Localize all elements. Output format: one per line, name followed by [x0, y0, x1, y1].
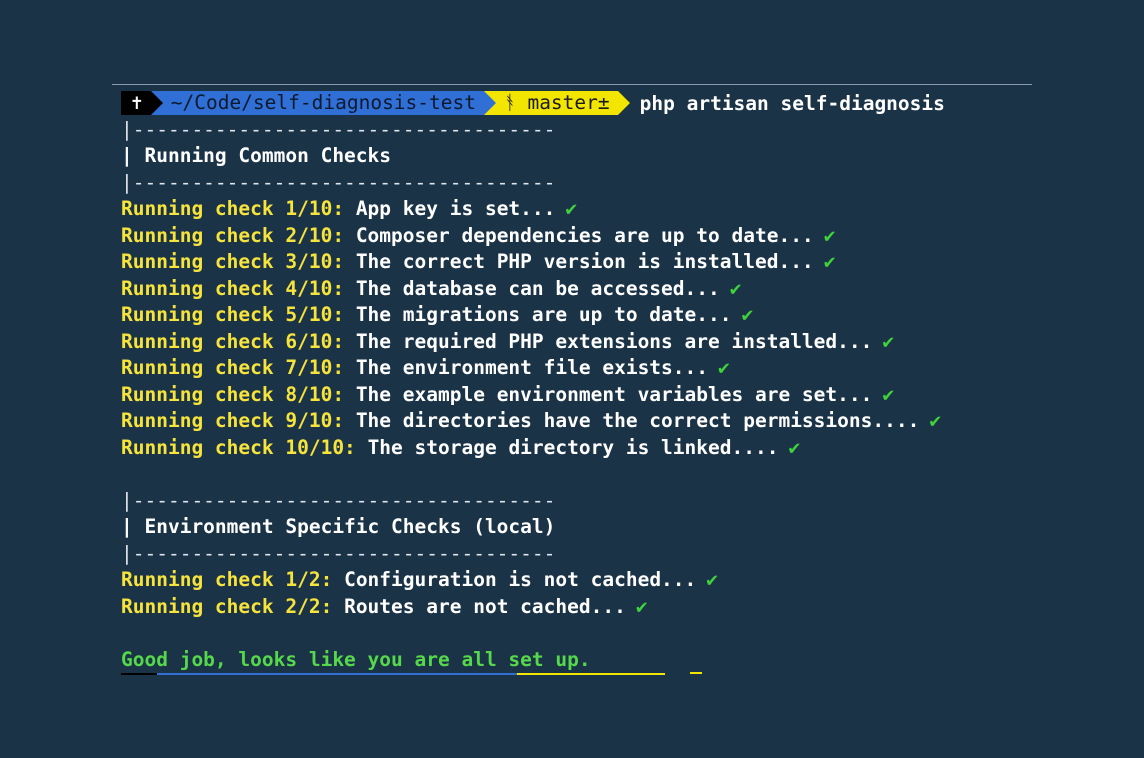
check-line: Running check 1/2: Configuration is not … [121, 567, 1021, 594]
check-label: Running check 9/10: [121, 409, 345, 432]
check-text: The required PHP extensions are installe… [355, 329, 873, 353]
check-label: Running check 2/2: [121, 594, 333, 618]
check-text: Configuration is not cached... [344, 568, 697, 591]
terminal-output: ✝ ~/Code/self-diagnosis-test ᚬ master± p… [121, 90, 1021, 673]
section-heading-common: | Running Common Checks [121, 144, 392, 167]
check-label: Running check 2/10: [121, 223, 345, 247]
prompt-underline-root [121, 673, 157, 675]
check-line: Running check 4/10: The database can be … [121, 276, 1021, 303]
check-text: The migrations are up to date... [355, 303, 732, 326]
check-text: The example environment variables are se… [355, 382, 873, 406]
check-text: Composer dependencies are up to date... [355, 223, 814, 247]
prompt-path: ~/Code/self-diagnosis-test [170, 91, 476, 115]
check-line: Running check 3/10: The correct PHP vers… [121, 249, 1021, 276]
check-text: Routes are not cached... [344, 594, 626, 618]
prompt-branch: master± [527, 91, 610, 115]
check-text: The storage directory is linked.... [367, 435, 779, 459]
checkmark-icon: ✔ [741, 303, 754, 326]
check-line: Running check 5/10: The migrations are u… [121, 302, 1021, 329]
check-line: Running check 1/10: App key is set... ✔ [121, 196, 1021, 223]
check-line: Running check 2/2: Routes are not cached… [121, 594, 1021, 621]
checkmark-icon: ✔ [729, 276, 742, 300]
prompt-root-segment: ✝ [121, 91, 163, 116]
prompt-underline-git [517, 673, 665, 675]
check-label: Running check 5/10: [121, 303, 345, 326]
check-line: Running check 8/10: The example environm… [121, 382, 1021, 409]
check-label: Running check 10/10: [121, 435, 356, 459]
terminal-top-border [112, 84, 1032, 85]
checkmark-icon: ✔ [706, 568, 719, 591]
prompt-path-segment: ~/Code/self-diagnosis-test [150, 91, 496, 116]
checkmark-icon: ✔ [882, 382, 895, 406]
check-line: Running check 7/10: The environment file… [121, 355, 1021, 382]
segment-arrow-icon [484, 91, 496, 116]
prompt-git-segment: ᚬ master± [484, 91, 630, 116]
shell-prompt: ✝ ~/Code/self-diagnosis-test ᚬ master± p… [121, 90, 1021, 117]
terminal-cursor[interactable] [690, 672, 702, 674]
segment-arrow-icon [150, 91, 163, 116]
check-line: Running check 10/10: The storage directo… [121, 435, 1021, 462]
section-separator: |------------------------------------ [121, 170, 556, 194]
check-line: Running check 2/10: Composer dependencie… [121, 223, 1021, 250]
checkmark-icon: ✔ [635, 594, 648, 618]
section-heading-environment: | Environment Specific Checks (local) [121, 515, 556, 538]
git-branch-icon: ᚬ [504, 91, 516, 115]
environment-checks-list: Running check 1/2: Configuration is not … [121, 567, 1021, 620]
prompt-underline-path [157, 673, 517, 675]
section-separator: |------------------------------------ [121, 117, 556, 141]
common-checks-list: Running check 1/10: App key is set... ✔ R… [121, 196, 1021, 461]
check-label: Running check 8/10: [121, 382, 345, 406]
checkmark-icon: ✔ [718, 356, 730, 379]
check-label: Running check 7/10: [121, 356, 345, 379]
section-separator: |------------------------------------ [121, 488, 556, 512]
checkmark-icon: ✔ [823, 250, 836, 273]
check-text: The correct PHP version is installed... [355, 250, 814, 273]
check-line: Running check 9/10: The directories have… [121, 408, 1021, 435]
checkmark-icon: ✔ [823, 223, 836, 247]
checkmark-icon: ✔ [929, 409, 942, 432]
checkmark-icon: ✔ [882, 329, 895, 353]
checkmark-icon: ✔ [788, 435, 801, 459]
check-label: Running check 3/10: [121, 250, 345, 273]
result-message: Good job, looks like you are all set up. [121, 647, 591, 671]
check-text: The directories have the correct permiss… [355, 409, 920, 432]
checkmark-icon: ✔ [565, 197, 578, 220]
dagger-icon: ✝ [131, 91, 143, 115]
check-text: The environment file exists... [355, 356, 709, 379]
check-label: Running check 4/10: [121, 276, 345, 300]
check-line: Running check 6/10: The required PHP ext… [121, 329, 1021, 356]
check-text: The database can be accessed... [355, 276, 720, 300]
prompt-command[interactable]: php artisan self-diagnosis [618, 92, 945, 115]
section-separator: |------------------------------------ [121, 541, 556, 565]
check-label: Running check 1/2: [121, 568, 333, 591]
segment-arrow-icon [617, 91, 630, 116]
check-label: Running check 1/10: [121, 197, 345, 220]
check-label: Running check 6/10: [121, 329, 345, 353]
check-text: App key is set... [355, 197, 556, 220]
